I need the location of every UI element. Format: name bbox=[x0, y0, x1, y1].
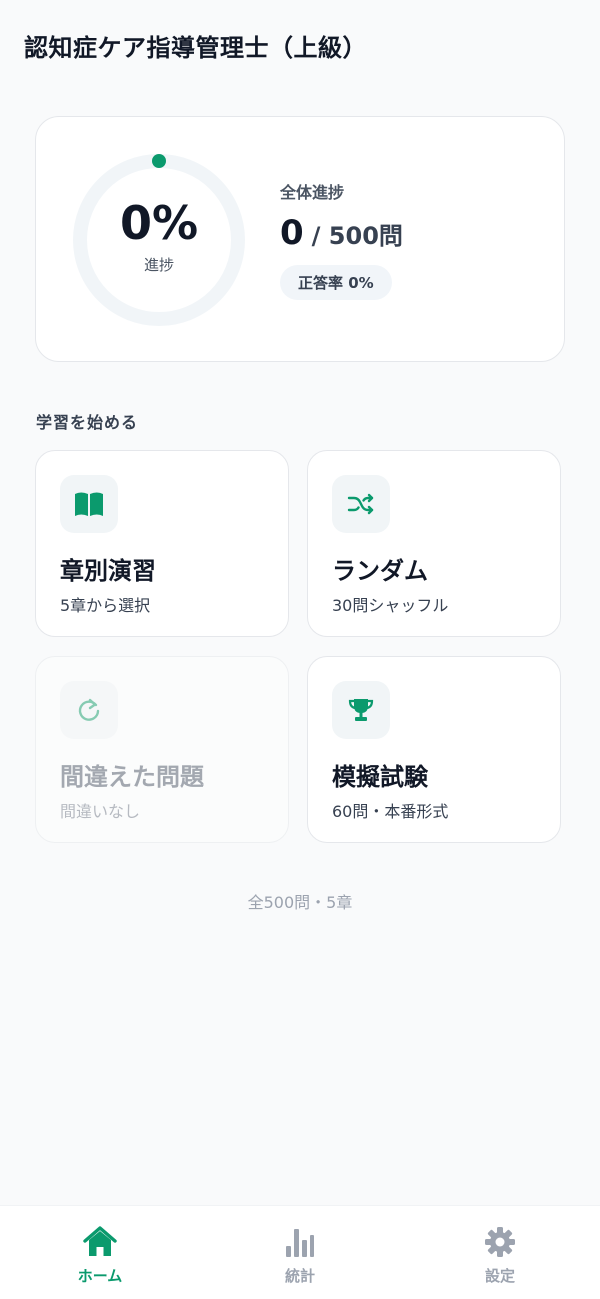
mode-icon-box bbox=[60, 681, 118, 739]
progress-card: 0% 進捗 全体進捗 0 / 500問 正答率 0% bbox=[35, 116, 565, 362]
mode-subtitle: 5章から選択 bbox=[60, 596, 151, 615]
mode-card-random[interactable]: ランダム 30問シャッフル bbox=[307, 450, 561, 637]
question-summary: 全500問・5章 bbox=[247, 893, 353, 912]
app-root: 認知症ケア指導管理士（上級） 0% 進捗 全体進捗 0 / 500問 正答率 0… bbox=[0, 0, 600, 1299]
mode-title: 章別演習 bbox=[60, 557, 156, 585]
progress-ring-label: 進捗 bbox=[143, 255, 174, 274]
mode-subtitle: 間違いなし bbox=[60, 802, 141, 821]
accuracy-badge: 正答率 0% bbox=[280, 265, 392, 300]
progress-ring-center: 0% 進捗 bbox=[71, 152, 247, 328]
mode-icon-box bbox=[332, 681, 390, 739]
mode-card-chapter-practice[interactable]: 章別演習 5章から選択 bbox=[35, 450, 289, 637]
header: 認知症ケア指導管理士（上級） bbox=[24, 28, 367, 63]
section-label: 学習を始める bbox=[36, 413, 139, 432]
progress-percent: 0% bbox=[119, 195, 199, 250]
nav-tab-stats[interactable]: 統計 bbox=[200, 1206, 400, 1299]
nav-label: 統計 bbox=[284, 1267, 315, 1285]
home-icon bbox=[82, 1224, 118, 1260]
mode-title: ランダム bbox=[332, 557, 428, 585]
mode-icon-box bbox=[332, 475, 390, 533]
answered-count: 0 / 500問 bbox=[280, 213, 403, 253]
page-title: 認知症ケア指導管理士（上級） bbox=[24, 34, 367, 62]
answered-number: 0 bbox=[280, 213, 304, 253]
progress-stats: 全体進捗 0 / 500問 正答率 0% bbox=[280, 179, 403, 300]
nav-label: ホーム bbox=[77, 1267, 123, 1285]
mode-card-wrong-answers: 間違えた問題 間違いなし bbox=[35, 656, 289, 843]
progress-ring: 0% 進捗 bbox=[71, 152, 247, 328]
gear-icon bbox=[482, 1224, 518, 1260]
bar-chart-icon bbox=[282, 1224, 318, 1260]
nav-tab-settings[interactable]: 設定 bbox=[400, 1206, 600, 1299]
trophy-icon bbox=[348, 699, 374, 721]
mode-title: 模擬試験 bbox=[332, 763, 428, 791]
overall-progress-label: 全体進捗 bbox=[280, 183, 345, 202]
nav-tab-home[interactable]: ホーム bbox=[0, 1206, 200, 1299]
mode-card-mock-exam[interactable]: 模擬試験 60問・本番形式 bbox=[307, 656, 561, 843]
open-book-icon bbox=[75, 492, 103, 516]
mode-subtitle: 30問シャッフル bbox=[332, 596, 449, 615]
refresh-icon bbox=[78, 698, 100, 721]
bottom-nav: ホーム 統計 設定 bbox=[0, 1205, 600, 1299]
mode-icon-box bbox=[60, 475, 118, 533]
nav-label: 設定 bbox=[484, 1267, 515, 1285]
total-questions: / 500問 bbox=[311, 222, 403, 250]
mode-subtitle: 60問・本番形式 bbox=[332, 802, 449, 821]
shuffle-icon bbox=[347, 493, 374, 515]
mode-title: 間違えた問題 bbox=[60, 763, 204, 791]
